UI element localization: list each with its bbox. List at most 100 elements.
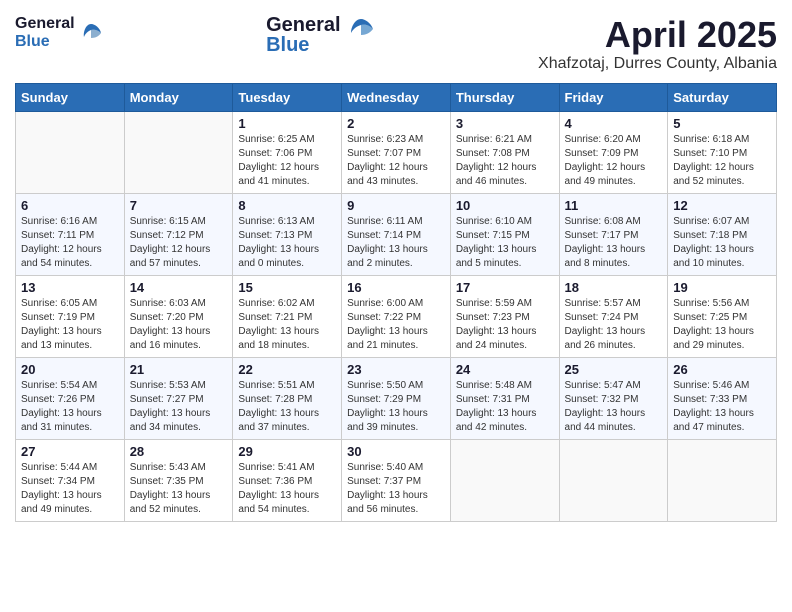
weekday-header-wednesday: Wednesday bbox=[342, 83, 451, 111]
weekday-header-thursday: Thursday bbox=[450, 83, 559, 111]
weekday-header-monday: Monday bbox=[124, 83, 233, 111]
calendar-cell: 6 Sunrise: 6:16 AMSunset: 7:11 PMDaylight… bbox=[16, 193, 125, 275]
weekday-header-tuesday: Tuesday bbox=[233, 83, 342, 111]
day-number: 12 bbox=[673, 198, 771, 213]
day-number: 17 bbox=[456, 280, 554, 295]
calendar-week-row: 6 Sunrise: 6:16 AMSunset: 7:11 PMDaylight… bbox=[16, 193, 777, 275]
day-number: 5 bbox=[673, 116, 771, 131]
calendar-cell: 4 Sunrise: 6:20 AMSunset: 7:09 PMDaylight… bbox=[559, 111, 668, 193]
day-number: 29 bbox=[238, 444, 336, 459]
calendar-cell: 26Sunrise: 5:46 AMSunset: 7:33 PMDayligh… bbox=[668, 357, 777, 439]
day-info: Sunrise: 5:47 AMSunset: 7:32 PMDaylight:… bbox=[565, 379, 663, 435]
day-info: Sunrise: 6:21 AMSunset: 7:08 PMDaylight:… bbox=[456, 133, 554, 189]
calendar-cell: 27Sunrise: 5:44 AMSunset: 7:34 PMDayligh… bbox=[16, 439, 125, 521]
day-info: Sunrise: 6:18 AMSunset: 7:10 PMDaylight:… bbox=[673, 133, 771, 189]
day-info: Sunrise: 6:16 AMSunset: 7:11 PMDaylight:… bbox=[21, 215, 119, 271]
weekday-header-saturday: Saturday bbox=[668, 83, 777, 111]
calendar-cell: 16 Sunrise: 6:00 AMSunset: 7:22 PMDayligh… bbox=[342, 275, 451, 357]
calendar-cell: 12 Sunrise: 6:07 AMSunset: 7:18 PMDayligh… bbox=[668, 193, 777, 275]
day-info: Sunrise: 6:15 AMSunset: 7:12 PMDaylight:… bbox=[130, 215, 228, 271]
logo-bird-icon bbox=[347, 15, 375, 43]
calendar-cell: 9Sunrise: 6:11 AMSunset: 7:14 PMDaylight… bbox=[342, 193, 451, 275]
calendar-week-row: 1 Sunrise: 6:25 AMSunset: 7:06 PMDaylight… bbox=[16, 111, 777, 193]
day-number: 3 bbox=[456, 116, 554, 131]
calendar-cell: 28 Sunrise: 5:43 AMSunset: 7:35 PMDayligh… bbox=[124, 439, 233, 521]
calendar-cell: 20 Sunrise: 5:54 AMSunset: 7:26 PMDayligh… bbox=[16, 357, 125, 439]
calendar-cell: 23 Sunrise: 5:50 AMSunset: 7:29 PMDayligh… bbox=[342, 357, 451, 439]
calendar-cell: 25 Sunrise: 5:47 AMSunset: 7:32 PMDayligh… bbox=[559, 357, 668, 439]
day-number: 10 bbox=[456, 198, 554, 213]
day-info: Sunrise: 6:23 AMSunset: 7:07 PMDaylight:… bbox=[347, 133, 445, 189]
day-info: Sunrise: 6:13 AMSunset: 7:13 PMDaylight:… bbox=[238, 215, 336, 271]
day-info: Sunrise: 5:40 AMSunset: 7:37 PMDaylight:… bbox=[347, 461, 445, 517]
calendar-cell: 14Sunrise: 6:03 AMSunset: 7:20 PMDayligh… bbox=[124, 275, 233, 357]
day-info: Sunrise: 5:54 AMSunset: 7:26 PMDaylight:… bbox=[21, 379, 119, 435]
day-number: 28 bbox=[130, 444, 228, 459]
day-info: Sunrise: 5:57 AMSunset: 7:24 PMDaylight:… bbox=[565, 297, 663, 353]
day-number: 30 bbox=[347, 444, 445, 459]
day-info: Sunrise: 5:43 AMSunset: 7:35 PMDaylight:… bbox=[130, 461, 228, 517]
day-number: 8 bbox=[238, 198, 336, 213]
calendar-cell: 21Sunrise: 5:53 AMSunset: 7:27 PMDayligh… bbox=[124, 357, 233, 439]
calendar-cell bbox=[559, 439, 668, 521]
day-number: 24 bbox=[456, 362, 554, 377]
calendar-cell bbox=[668, 439, 777, 521]
calendar-week-row: 13Sunrise: 6:05 AMSunset: 7:19 PMDayligh… bbox=[16, 275, 777, 357]
logo-blue-text: Blue bbox=[266, 35, 309, 55]
day-number: 6 bbox=[21, 198, 119, 213]
weekday-header-row: SundayMondayTuesdayWednesdayThursdayFrid… bbox=[16, 83, 777, 111]
weekday-header-friday: Friday bbox=[559, 83, 668, 111]
day-number: 1 bbox=[238, 116, 336, 131]
day-info: Sunrise: 5:56 AMSunset: 7:25 PMDaylight:… bbox=[673, 297, 771, 353]
day-number: 26 bbox=[673, 362, 771, 377]
calendar-cell: 10 Sunrise: 6:10 AMSunset: 7:15 PMDayligh… bbox=[450, 193, 559, 275]
day-info: Sunrise: 5:59 AMSunset: 7:23 PMDaylight:… bbox=[456, 297, 554, 353]
day-number: 22 bbox=[238, 362, 336, 377]
day-info: Sunrise: 5:48 AMSunset: 7:31 PMDaylight:… bbox=[456, 379, 554, 435]
day-number: 20 bbox=[21, 362, 119, 377]
page-header: General Blue General Blue April 2025 Xha… bbox=[15, 15, 777, 73]
calendar-cell: 2Sunrise: 6:23 AMSunset: 7:07 PMDaylight… bbox=[342, 111, 451, 193]
calendar-cell: 17 Sunrise: 5:59 AMSunset: 7:23 PMDayligh… bbox=[450, 275, 559, 357]
calendar-week-row: 27Sunrise: 5:44 AMSunset: 7:34 PMDayligh… bbox=[16, 439, 777, 521]
calendar-cell: 29Sunrise: 5:41 AMSunset: 7:36 PMDayligh… bbox=[233, 439, 342, 521]
day-info: Sunrise: 6:07 AMSunset: 7:18 PMDaylight:… bbox=[673, 215, 771, 271]
day-info: Sunrise: 6:10 AMSunset: 7:15 PMDaylight:… bbox=[456, 215, 554, 271]
calendar-cell: 3 Sunrise: 6:21 AMSunset: 7:08 PMDaylight… bbox=[450, 111, 559, 193]
calendar-week-row: 20 Sunrise: 5:54 AMSunset: 7:26 PMDayligh… bbox=[16, 357, 777, 439]
calendar-cell bbox=[16, 111, 125, 193]
day-info: Sunrise: 5:51 AMSunset: 7:28 PMDaylight:… bbox=[238, 379, 336, 435]
calendar-cell: 18 Sunrise: 5:57 AMSunset: 7:24 PMDayligh… bbox=[559, 275, 668, 357]
day-info: Sunrise: 6:25 AMSunset: 7:06 PMDaylight:… bbox=[238, 133, 336, 189]
day-info: Sunrise: 6:20 AMSunset: 7:09 PMDaylight:… bbox=[565, 133, 663, 189]
calendar-cell: 13Sunrise: 6:05 AMSunset: 7:19 PMDayligh… bbox=[16, 275, 125, 357]
day-number: 19 bbox=[673, 280, 771, 295]
day-number: 13 bbox=[21, 280, 119, 295]
day-number: 25 bbox=[565, 362, 663, 377]
logo: General Blue bbox=[15, 15, 103, 50]
day-info: Sunrise: 5:44 AMSunset: 7:34 PMDaylight:… bbox=[21, 461, 119, 517]
weekday-header-sunday: Sunday bbox=[16, 83, 125, 111]
day-number: 11 bbox=[565, 198, 663, 213]
day-info: Sunrise: 5:50 AMSunset: 7:29 PMDaylight:… bbox=[347, 379, 445, 435]
location-title: Xhafzotaj, Durres County, Albania bbox=[538, 55, 777, 73]
day-info: Sunrise: 6:00 AMSunset: 7:22 PMDaylight:… bbox=[347, 297, 445, 353]
day-number: 18 bbox=[565, 280, 663, 295]
day-number: 21 bbox=[130, 362, 228, 377]
day-number: 23 bbox=[347, 362, 445, 377]
calendar-cell: 15Sunrise: 6:02 AMSunset: 7:21 PMDayligh… bbox=[233, 275, 342, 357]
day-number: 14 bbox=[130, 280, 228, 295]
day-number: 16 bbox=[347, 280, 445, 295]
calendar-cell: 30 Sunrise: 5:40 AMSunset: 7:37 PMDayligh… bbox=[342, 439, 451, 521]
calendar-cell bbox=[450, 439, 559, 521]
calendar-cell bbox=[124, 111, 233, 193]
calendar-cell: 7Sunrise: 6:15 AMSunset: 7:12 PMDaylight… bbox=[124, 193, 233, 275]
calendar-cell: 8 Sunrise: 6:13 AMSunset: 7:13 PMDaylight… bbox=[233, 193, 342, 275]
calendar-cell: 5 Sunrise: 6:18 AMSunset: 7:10 PMDaylight… bbox=[668, 111, 777, 193]
calendar-cell: 22 Sunrise: 5:51 AMSunset: 7:28 PMDayligh… bbox=[233, 357, 342, 439]
logo-general: General bbox=[15, 15, 75, 33]
day-info: Sunrise: 6:02 AMSunset: 7:21 PMDaylight:… bbox=[238, 297, 336, 353]
logo-blue: Blue bbox=[15, 33, 50, 51]
day-number: 4 bbox=[565, 116, 663, 131]
day-info: Sunrise: 6:11 AMSunset: 7:14 PMDaylight:… bbox=[347, 215, 445, 271]
